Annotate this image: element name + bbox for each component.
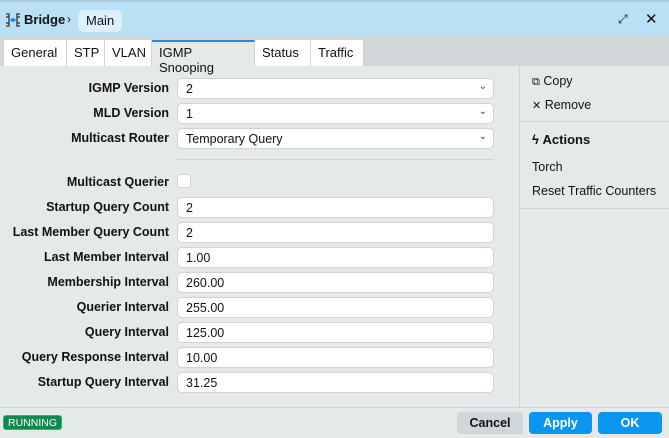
- ok-button[interactable]: OK: [598, 412, 662, 434]
- startup-query-count-label: Startup Query Count: [46, 200, 169, 214]
- startup-query-interval-input[interactable]: 31.25: [177, 372, 494, 393]
- igmp-version-select[interactable]: 2 ⌄: [177, 78, 494, 99]
- multicast-router-row: Multicast Router Temporary Query ⌄: [0, 128, 519, 149]
- query-interval-label: Query Interval: [84, 325, 169, 339]
- multicast-router-label: Multicast Router: [71, 131, 169, 145]
- divider: [520, 208, 669, 209]
- mld-version-select[interactable]: 1 ⌄: [177, 103, 494, 124]
- query-interval-input[interactable]: 125.00: [177, 322, 494, 343]
- apply-button[interactable]: Apply: [529, 412, 592, 434]
- query-response-interval-input[interactable]: 10.00: [177, 347, 494, 368]
- igmp-version-value: 2: [186, 82, 193, 96]
- last-member-interval-label: Last Member Interval: [43, 250, 169, 264]
- close-icon[interactable]: ✕: [645, 10, 658, 28]
- remove-button[interactable]: ✕ Remove: [532, 98, 591, 112]
- startup-query-interval-row: Startup Query Interval 31.25: [0, 372, 519, 393]
- membership-interval-label: Membership Interval: [47, 275, 169, 289]
- side-panel: ⧉ Copy ✕ Remove ϟ Actions Torch Reset Tr…: [519, 66, 669, 407]
- mld-version-value: 1: [186, 107, 193, 121]
- title-bar: Bridge › Main ⤢ ✕: [0, 0, 669, 36]
- footer: RUNNING Cancel Apply OK: [0, 407, 669, 438]
- multicast-querier-label: Multicast Querier: [66, 175, 169, 189]
- querier-interval-label: Querier Interval: [76, 300, 169, 314]
- maximize-icon[interactable]: ⤢: [618, 12, 628, 27]
- chevron-down-icon: ⌄: [478, 106, 487, 117]
- divider: [520, 121, 669, 122]
- cancel-button[interactable]: Cancel: [457, 412, 523, 434]
- bridge-icon: [6, 13, 20, 27]
- copy-label: Copy: [543, 74, 573, 88]
- multicast-querier-checkbox[interactable]: [177, 174, 191, 188]
- startup-query-count-row: Startup Query Count 2: [0, 197, 519, 218]
- last-member-query-count-input[interactable]: 2: [177, 222, 494, 243]
- tab-vlan[interactable]: VLAN: [105, 40, 152, 66]
- breadcrumb-main[interactable]: Main: [78, 10, 123, 32]
- breadcrumb-bridge[interactable]: Bridge: [24, 12, 65, 27]
- status-badge: RUNNING: [3, 415, 62, 430]
- membership-interval-input[interactable]: 260.00: [177, 272, 494, 293]
- actions-heading: ϟ Actions: [532, 132, 590, 147]
- remove-label: Remove: [544, 98, 592, 112]
- copy-icon: ⧉: [532, 76, 540, 88]
- multicast-router-select[interactable]: Temporary Query ⌄: [177, 128, 494, 149]
- breadcrumb-separator: ›: [67, 12, 71, 26]
- reset-traffic-counters-action[interactable]: Reset Traffic Counters: [532, 184, 656, 198]
- igmp-version-row: IGMP Version 2 ⌄: [0, 78, 519, 99]
- chevron-down-icon: ⌄: [478, 81, 487, 92]
- torch-action[interactable]: Torch: [532, 160, 563, 174]
- tab-bar: General STP VLAN IGMP Snooping Status Tr…: [0, 36, 669, 75]
- last-member-interval-input[interactable]: 1.00: [177, 247, 494, 268]
- multicast-querier-row: Multicast Querier: [0, 172, 519, 193]
- query-response-interval-label: Query Response Interval: [21, 350, 169, 364]
- igmp-version-label: IGMP Version: [88, 81, 169, 95]
- tab-traffic[interactable]: Traffic: [311, 40, 364, 66]
- membership-interval-row: Membership Interval 260.00: [0, 272, 519, 293]
- actions-title: Actions: [542, 132, 591, 147]
- multicast-router-value: Temporary Query: [186, 132, 283, 146]
- querier-interval-input[interactable]: 255.00: [177, 297, 494, 318]
- querier-interval-row: Querier Interval 255.00: [0, 297, 519, 318]
- startup-query-count-input[interactable]: 2: [177, 197, 494, 218]
- tab-stp[interactable]: STP: [67, 40, 105, 66]
- tab-igmp-snooping[interactable]: IGMP Snooping: [152, 40, 255, 75]
- copy-button[interactable]: ⧉ Copy: [532, 74, 573, 89]
- startup-query-interval-label: Startup Query Interval: [37, 375, 169, 389]
- tab-status[interactable]: Status: [255, 40, 311, 66]
- last-member-query-count-label: Last Member Query Count: [12, 225, 169, 239]
- mld-version-row: MLD Version 1 ⌄: [0, 103, 519, 124]
- chevron-down-icon: ⌄: [478, 131, 487, 142]
- query-response-interval-row: Query Response Interval 10.00: [0, 347, 519, 368]
- igmp-form: IGMP Version 2 ⌄ MLD Version 1 ⌄ Multicast R…: [0, 66, 519, 407]
- divider: [177, 159, 494, 160]
- tab-general[interactable]: General: [4, 40, 67, 66]
- remove-icon: ✕: [532, 100, 542, 112]
- query-interval-row: Query Interval 125.00: [0, 322, 519, 343]
- lightning-icon: ϟ: [532, 132, 539, 147]
- mld-version-label: MLD Version: [93, 106, 169, 120]
- last-member-query-count-row: Last Member Query Count 2: [0, 222, 519, 243]
- last-member-interval-row: Last Member Interval 1.00: [0, 247, 519, 268]
